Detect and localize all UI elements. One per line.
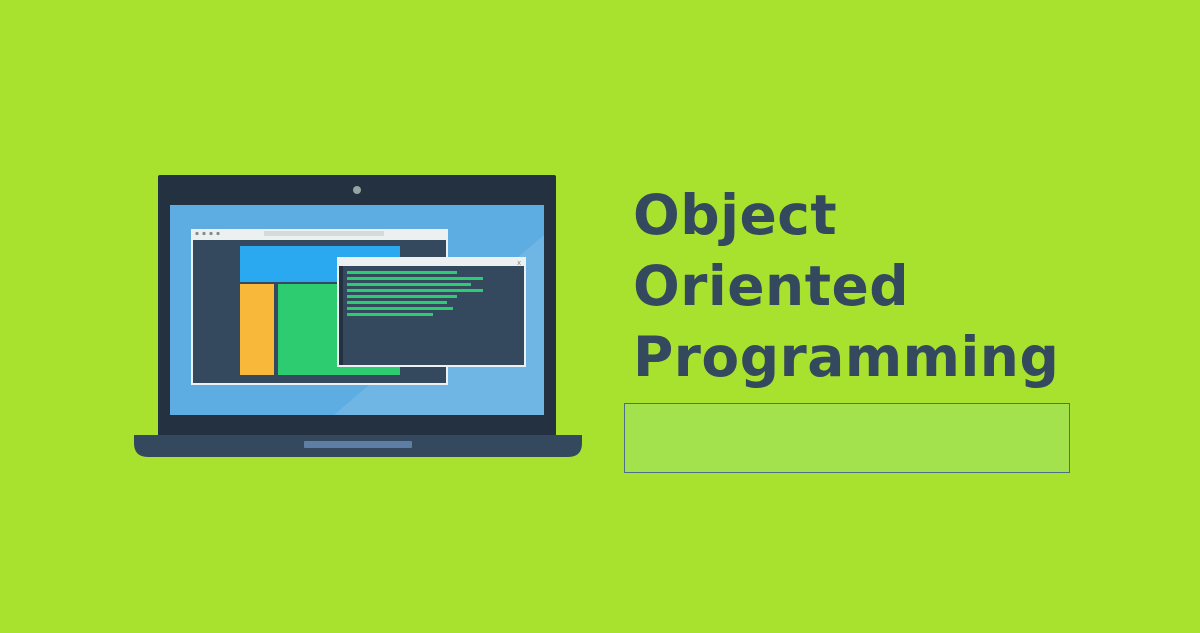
page: x Object Oriented Programming (0, 0, 1200, 633)
window-panel-yellow (240, 284, 274, 375)
trackpad (304, 441, 412, 448)
title-line-2: Oriented (633, 254, 910, 318)
empty-input-box[interactable] (624, 403, 1070, 473)
title-line-3: Programming (633, 325, 1060, 389)
svg-text:x: x (517, 259, 521, 267)
title-line-1: Object (633, 183, 838, 247)
page-title: Object Oriented Programming (633, 180, 1093, 393)
camera-icon (353, 186, 361, 194)
laptop-illustration-icon: x (134, 175, 582, 457)
